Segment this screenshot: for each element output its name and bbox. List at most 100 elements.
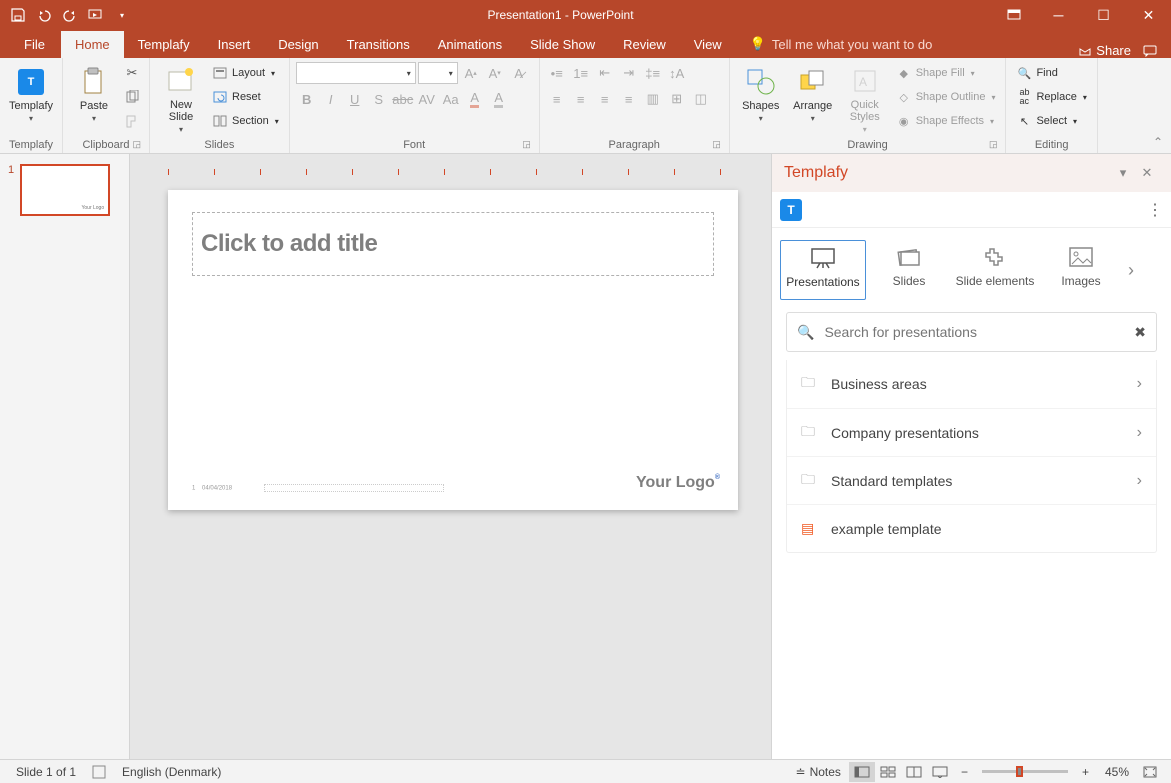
quick-styles-button[interactable]: A Quick Styles ▾ bbox=[840, 62, 890, 134]
increase-indent-icon[interactable]: ⇥ bbox=[618, 62, 640, 84]
align-left-icon[interactable]: ≡ bbox=[546, 88, 568, 110]
tab-animations[interactable]: Animations bbox=[424, 31, 516, 58]
zoom-in-button[interactable]: + bbox=[1074, 765, 1097, 779]
slide-footer-field[interactable] bbox=[264, 484, 444, 492]
italic-icon[interactable]: I bbox=[320, 88, 342, 110]
replace-button[interactable]: abacReplace▾ bbox=[1012, 86, 1090, 108]
tab-slideshow[interactable]: Slide Show bbox=[516, 31, 609, 58]
pane-tab-elements[interactable]: Slide elements bbox=[952, 240, 1038, 300]
cut-icon[interactable]: ✂ bbox=[121, 62, 143, 84]
comments-icon[interactable] bbox=[1143, 45, 1157, 57]
align-right-icon[interactable]: ≡ bbox=[594, 88, 616, 110]
justify-icon[interactable]: ≡ bbox=[618, 88, 640, 110]
bold-icon[interactable]: B bbox=[296, 88, 318, 110]
font-launcher-icon[interactable]: ◲ bbox=[522, 139, 531, 150]
reading-view-icon[interactable] bbox=[901, 762, 927, 782]
notes-button[interactable]: ≐Notes bbox=[788, 765, 849, 779]
layout-button[interactable]: Layout▾ bbox=[208, 62, 283, 84]
clipboard-launcher-icon[interactable]: ◲ bbox=[132, 139, 141, 150]
pane-menu-icon[interactable]: ⋮ bbox=[1147, 200, 1163, 220]
tab-templafy[interactable]: Templafy bbox=[124, 31, 204, 58]
save-icon[interactable] bbox=[10, 7, 26, 23]
paragraph-launcher-icon[interactable]: ◲ bbox=[712, 139, 721, 150]
align-center-icon[interactable]: ≡ bbox=[570, 88, 592, 110]
strikethrough-icon[interactable]: abc bbox=[392, 88, 414, 110]
share-button[interactable]: Share bbox=[1078, 43, 1131, 58]
shape-effects-button[interactable]: ◉Shape Effects▾ bbox=[892, 110, 1000, 132]
arrange-button[interactable]: Arrange ▾ bbox=[788, 62, 838, 134]
spell-check-icon[interactable] bbox=[84, 765, 114, 779]
tab-transitions[interactable]: Transitions bbox=[333, 31, 424, 58]
slideshow-view-icon[interactable] bbox=[927, 762, 953, 782]
font-size-combo[interactable]: ▾ bbox=[418, 62, 458, 84]
normal-view-icon[interactable] bbox=[849, 762, 875, 782]
minimize-icon[interactable]: ─ bbox=[1036, 0, 1081, 30]
pane-options-icon[interactable]: ▾ bbox=[1111, 165, 1135, 181]
columns-icon[interactable]: ▥ bbox=[642, 88, 664, 110]
fit-to-window-icon[interactable] bbox=[1137, 762, 1163, 782]
section-button[interactable]: Section▾ bbox=[208, 110, 283, 132]
tab-insert[interactable]: Insert bbox=[204, 31, 265, 58]
undo-icon[interactable] bbox=[36, 7, 52, 23]
select-button[interactable]: ↖Select▾ bbox=[1012, 110, 1090, 132]
search-input[interactable] bbox=[824, 324, 1134, 340]
search-box[interactable]: 🔍 ✖ bbox=[786, 312, 1157, 352]
zoom-out-button[interactable]: − bbox=[953, 765, 976, 779]
font-color-icon[interactable]: A bbox=[464, 88, 486, 110]
drawing-launcher-icon[interactable]: ◲ bbox=[989, 139, 998, 150]
shape-outline-button[interactable]: ◇Shape Outline▾ bbox=[892, 86, 1000, 108]
numbering-icon[interactable]: 1≡ bbox=[570, 62, 592, 84]
folder-item[interactable]: 🗀 Business areas › bbox=[787, 360, 1156, 408]
paste-button[interactable]: Paste ▾ bbox=[69, 62, 119, 134]
new-slide-button[interactable]: New Slide ▾ bbox=[156, 62, 206, 134]
zoom-slider[interactable] bbox=[982, 770, 1068, 773]
zoom-level[interactable]: 45% bbox=[1097, 765, 1137, 779]
change-case-icon[interactable]: Aa bbox=[440, 88, 462, 110]
pane-tab-images[interactable]: Images bbox=[1038, 240, 1124, 300]
redo-icon[interactable] bbox=[62, 7, 78, 23]
pane-tab-presentations[interactable]: Presentations bbox=[780, 240, 866, 300]
underline-icon[interactable]: U bbox=[344, 88, 366, 110]
ribbon-display-options-icon[interactable] bbox=[991, 0, 1036, 30]
tab-file[interactable]: File bbox=[8, 31, 61, 58]
clear-search-icon[interactable]: ✖ bbox=[1134, 324, 1146, 341]
slide[interactable]: Click to add title 1 04/04/2018 Your Log… bbox=[168, 190, 738, 510]
slide-counter[interactable]: Slide 1 of 1 bbox=[8, 765, 84, 779]
shape-fill-button[interactable]: ◆Shape Fill▾ bbox=[892, 62, 1000, 84]
tab-home[interactable]: Home bbox=[61, 31, 124, 58]
tab-design[interactable]: Design bbox=[264, 31, 332, 58]
title-placeholder[interactable]: Click to add title bbox=[192, 212, 714, 276]
folder-item[interactable]: 🗀 Standard templates › bbox=[787, 456, 1156, 504]
highlight-icon[interactable]: A bbox=[488, 88, 510, 110]
language-status[interactable]: English (Denmark) bbox=[114, 765, 229, 779]
copy-icon[interactable] bbox=[121, 86, 143, 108]
smartart-icon[interactable]: ◫ bbox=[690, 88, 712, 110]
templafy-button[interactable]: T Templafy ▾ bbox=[6, 62, 56, 134]
pane-tab-slides[interactable]: Slides bbox=[866, 240, 952, 300]
start-from-beginning-icon[interactable] bbox=[88, 7, 104, 23]
qat-customize-icon[interactable]: ▾ bbox=[114, 7, 130, 23]
clear-formatting-icon[interactable]: A̷ bbox=[508, 62, 530, 84]
tab-view[interactable]: View bbox=[680, 31, 736, 58]
slide-sorter-icon[interactable] bbox=[875, 762, 901, 782]
decrease-font-icon[interactable]: A▾ bbox=[484, 62, 506, 84]
folder-item[interactable]: 🗀 Company presentations › bbox=[787, 408, 1156, 456]
format-painter-icon[interactable] bbox=[121, 110, 143, 132]
find-button[interactable]: 🔍Find bbox=[1012, 62, 1090, 84]
shapes-button[interactable]: Shapes ▾ bbox=[736, 62, 786, 134]
reset-button[interactable]: Reset bbox=[208, 86, 283, 108]
shadow-icon[interactable]: S bbox=[368, 88, 390, 110]
character-spacing-icon[interactable]: AV bbox=[416, 88, 438, 110]
template-item[interactable]: ▤ example template bbox=[787, 504, 1156, 552]
font-name-combo[interactable]: ▾ bbox=[296, 62, 416, 84]
decrease-indent-icon[interactable]: ⇤ bbox=[594, 62, 616, 84]
maximize-icon[interactable]: ☐ bbox=[1081, 0, 1126, 30]
zoom-slider-thumb[interactable] bbox=[1016, 766, 1023, 777]
slide-canvas[interactable]: Click to add title 1 04/04/2018 Your Log… bbox=[130, 154, 771, 759]
line-spacing-icon[interactable]: ‡≡ bbox=[642, 62, 664, 84]
pane-tabs-next-icon[interactable]: › bbox=[1124, 260, 1138, 281]
collapse-ribbon-icon[interactable]: ⌃ bbox=[1153, 135, 1163, 149]
close-icon[interactable]: ✕ bbox=[1126, 0, 1171, 30]
tab-review[interactable]: Review bbox=[609, 31, 680, 58]
bullets-icon[interactable]: •≡ bbox=[546, 62, 568, 84]
